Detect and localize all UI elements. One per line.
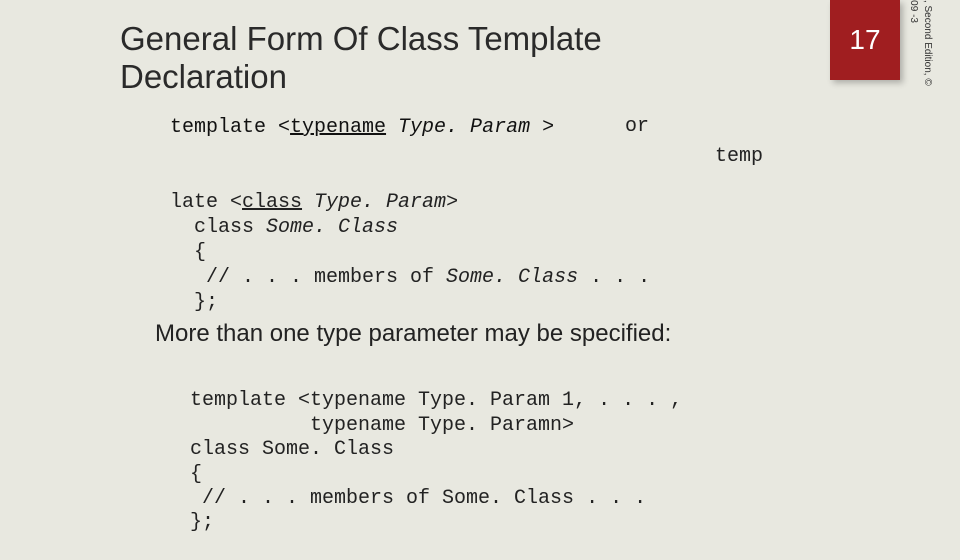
code-text: > bbox=[530, 116, 554, 139]
code-block-2: late <class Type. Param> class Some. Cla… bbox=[170, 165, 650, 340]
code-text: { bbox=[170, 241, 206, 264]
classname: Some. Class bbox=[266, 216, 398, 239]
type-param: Type. Param bbox=[302, 191, 446, 214]
copyright-text: Nyhoff, ADTs, Data Structures and Proble… bbox=[907, 0, 934, 110]
temp-label: temp bbox=[715, 145, 763, 168]
code-text: late < bbox=[170, 191, 242, 214]
code-text: { bbox=[190, 463, 202, 486]
code-text: }; bbox=[190, 511, 214, 534]
code-text: }; bbox=[170, 291, 218, 314]
code-text: . . . bbox=[578, 266, 650, 289]
subheading: More than one type parameter may be spec… bbox=[155, 320, 671, 348]
page-number: 17 bbox=[849, 24, 880, 56]
code-text: typename Type. Paramn> bbox=[190, 414, 574, 437]
code-text: class Some. Class bbox=[190, 438, 394, 461]
code-text: // . . . members of Some. Class . . . bbox=[190, 487, 646, 510]
page-title: General Form Of Class Template Declarati… bbox=[120, 20, 760, 96]
code-text: template < bbox=[170, 116, 290, 139]
code-text: class bbox=[170, 216, 266, 239]
code-line-1: template <typename Type. Param > bbox=[170, 115, 800, 140]
type-param: Type. Param bbox=[386, 116, 530, 139]
page-number-badge: 17 bbox=[830, 0, 900, 80]
code-block-3: template <typename Type. Param 1, . . . … bbox=[190, 365, 682, 560]
or-label: or bbox=[625, 115, 649, 138]
code-text: > bbox=[446, 191, 458, 214]
classname: Some. Class bbox=[446, 266, 578, 289]
slide: General Form Of Class Template Declarati… bbox=[0, 0, 960, 540]
keyword-class: class bbox=[242, 191, 302, 214]
code-text: // . . . members of bbox=[170, 266, 446, 289]
keyword-typename: typename bbox=[290, 116, 386, 139]
code-text: template <typename Type. Param 1, . . . … bbox=[190, 389, 682, 412]
